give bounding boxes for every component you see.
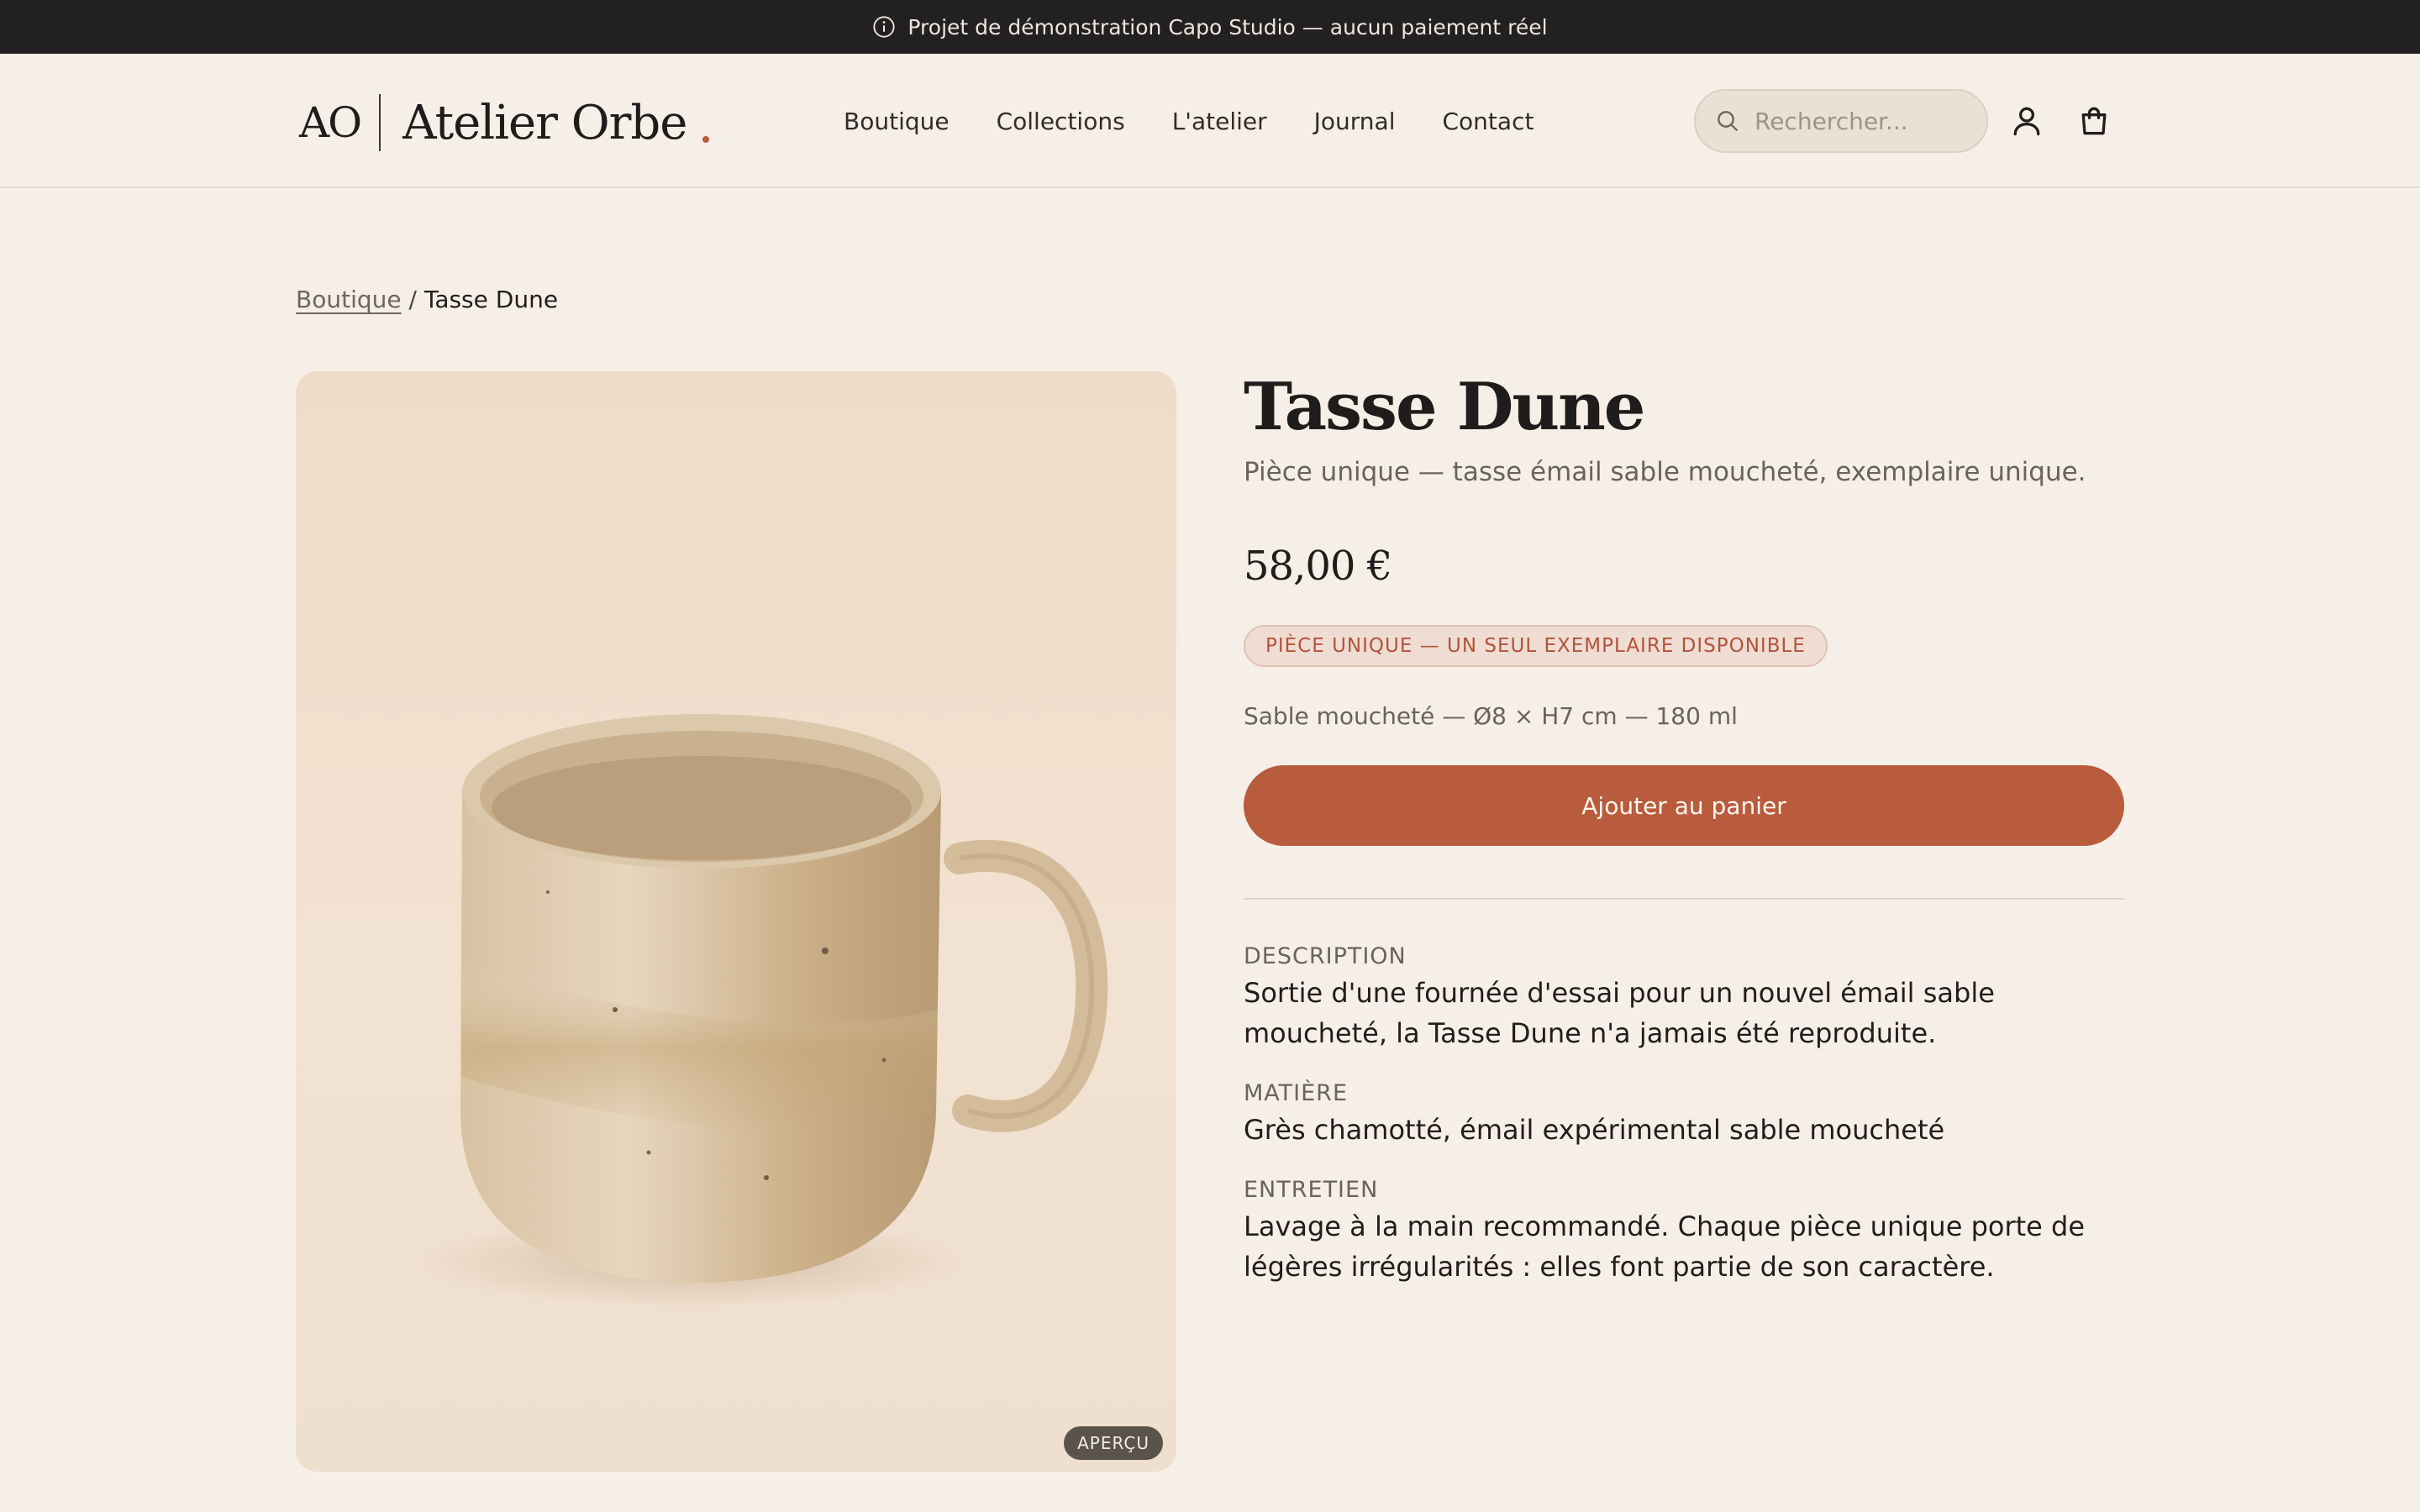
product-specs: Sable moucheté — Ø8 × H7 cm — 180 ml [1244,702,1738,730]
logo-mark: AO [299,98,362,147]
announcement-text: Projet de démonstration Capo Studio — au… [908,14,1548,39]
search-input[interactable] [1753,106,1971,136]
preview-badge: APERÇU [1064,1426,1163,1460]
divider [1244,898,2124,900]
nav-item-collections[interactable]: Collections [997,108,1125,135]
logo-name: Atelier Orbe [402,95,687,150]
announcement-bar: Projet de démonstration Capo Studio — au… [0,0,2420,54]
mug-illustration [413,714,1108,1308]
product-price: 58,00 € [1244,543,1392,590]
breadcrumb-link-boutique[interactable]: Boutique [296,286,402,313]
section-heading: MATIÈRE [1244,1080,1349,1106]
product-image[interactable]: APERÇU [296,371,1176,1472]
add-to-cart-button[interactable]: Ajouter au panier [1244,765,2124,846]
nav-item-journal[interactable]: Journal [1314,108,1396,135]
site-header: AO Atelier Orbe Boutique Collections L'a… [0,54,2420,188]
product-title: Tasse Dune [1244,369,1645,445]
section-heading: ENTRETIEN [1244,1177,1379,1203]
section-material: MATIÈRE Grès chamotté, émail expérimenta… [1244,1080,2124,1150]
logo-separator [379,94,381,151]
nav-item-contact[interactable]: Contact [1443,108,1534,135]
info-icon [873,16,896,38]
search-icon [1718,111,1738,131]
breadcrumb: Boutique / Tasse Dune [296,286,558,313]
breadcrumb-current: Tasse Dune [424,286,559,313]
product-subtitle: Pièce unique — tasse émail sable mouchet… [1244,457,2086,487]
user-icon[interactable] [2008,102,2045,139]
section-body: Lavage à la main recommandé. Chaque pièc… [1244,1210,2086,1283]
nav-item-atelier[interactable]: L'atelier [1172,108,1267,135]
main-nav: Boutique Collections L'atelier Journal C… [844,101,1534,141]
section-body: Sortie d'une fournée d'essai pour un nou… [1244,977,1995,1049]
nav-item-boutique[interactable]: Boutique [844,108,950,135]
section-care: ENTRETIEN Lavage à la main recommandé. C… [1244,1177,2124,1287]
shopping-bag-icon[interactable] [2075,102,2112,139]
logo-dot [702,136,709,143]
unique-piece-badge: PIÈCE UNIQUE — UN SEUL EXEMPLAIRE DISPON… [1244,625,1828,667]
product-details: Tasse Dune Pièce unique — tasse émail sa… [1244,361,2124,1287]
search-box[interactable] [1694,89,1988,153]
section-body: Grès chamotté, émail expérimental sable … [1244,1114,1945,1146]
section-heading: DESCRIPTION [1244,943,1407,969]
breadcrumb-separator: / [408,286,417,313]
logo[interactable]: AO Atelier Orbe [299,91,687,155]
section-description: DESCRIPTION Sortie d'une fournée d'essai… [1244,943,2124,1053]
